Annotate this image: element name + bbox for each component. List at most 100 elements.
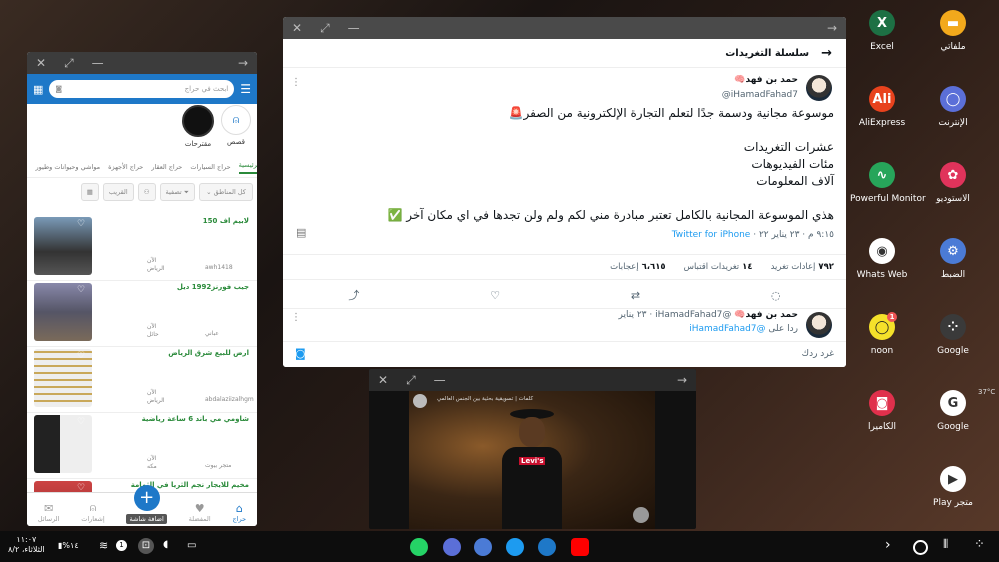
- desktop-app-2[interactable]: Ali AliExpress: [850, 86, 914, 128]
- likes-stat[interactable]: ٦،٦١٥إعجابات: [610, 262, 665, 272]
- desktop-app-9[interactable]: ⁘ Google: [921, 314, 985, 356]
- heart-icon[interactable]: ♡: [77, 417, 85, 427]
- tab-cars[interactable]: حراج السيارات: [190, 163, 230, 171]
- close-icon[interactable]: ✕: [36, 56, 46, 70]
- post-title[interactable]: لابيم اف 150: [203, 217, 249, 225]
- nav-notifications[interactable]: ⍝ إشعارات: [81, 501, 104, 523]
- haraj-icon[interactable]: [538, 538, 556, 556]
- story-stories[interactable]: ⍝ قصص: [219, 105, 253, 146]
- translate-icon[interactable]: ▤: [296, 226, 306, 239]
- camera-icon[interactable]: ◙: [55, 85, 62, 93]
- replying-to-handle[interactable]: @iHamadFahad7: [689, 324, 765, 334]
- youtube-icon[interactable]: [571, 538, 589, 556]
- tweet-line: عشرات التغريدات: [743, 140, 834, 154]
- tweet-source[interactable]: Twitter for iPhone: [672, 230, 751, 240]
- screenshot-icon[interactable]: ⊡: [138, 538, 154, 554]
- nav-messages[interactable]: ✉ الرسائل: [38, 502, 60, 523]
- whatsapp-icon[interactable]: [410, 538, 428, 556]
- menu-icon[interactable]: ☰: [240, 82, 251, 96]
- maximize-icon[interactable]: ⤢: [64, 56, 74, 71]
- app-drawer-icon[interactable]: ⁘: [974, 537, 985, 552]
- heart-icon[interactable]: ♡: [77, 285, 85, 295]
- tab-home[interactable]: الرئيسية: [238, 161, 257, 174]
- tweet-line: موسوعة مجانية ودسمة جدًا لتعلم التجارة ا…: [508, 106, 834, 120]
- desktop-app-10[interactable]: ◙ الكاميرا: [850, 390, 914, 432]
- nav-home[interactable]: ⌂ حراج: [233, 502, 247, 523]
- post-title[interactable]: جيب فورنز1992 ديل: [177, 283, 249, 291]
- list-item[interactable]: ♡ جيب فورنز1992 ديل عباني الآن حائل: [27, 280, 257, 347]
- desktop-app-7[interactable]: ⚙ الضبط: [921, 238, 985, 280]
- desktop-app-4[interactable]: ∿ Powerful Monitor: [850, 162, 926, 204]
- desktop-app-8[interactable]: ◯ 1 noon: [850, 312, 914, 356]
- desktop-app-5[interactable]: ✿ الاستوديو: [921, 162, 985, 204]
- reply-icon[interactable]: ◌: [771, 289, 781, 302]
- story-suggestions[interactable]: مقترحات: [181, 105, 215, 148]
- recents-icon[interactable]: ⦀: [943, 537, 948, 552]
- audio-icon[interactable]: ◖: [163, 539, 168, 550]
- chevron-right-icon[interactable]: ›: [885, 537, 891, 553]
- nav-favorites[interactable]: ♥ المفضلة: [189, 502, 211, 523]
- nearby-button[interactable]: القريب: [102, 183, 134, 201]
- desktop-app-0[interactable]: X Excel: [850, 10, 914, 52]
- like-icon[interactable]: ♡: [490, 289, 500, 302]
- search-input[interactable]: ◙ ابحث في حراج: [49, 80, 235, 98]
- list-item[interactable]: ♡ شاومي مي باند 6 ساعة رياضية متجر بيوت الآ…: [27, 412, 257, 479]
- photo-icon[interactable]: ◙: [295, 347, 306, 360]
- people-filter-button[interactable]: ⚇: [137, 183, 156, 201]
- reply-author-handle[interactable]: @iHamadFahad7 · ٢٣ يناير: [619, 310, 732, 320]
- list-item[interactable]: ♡ ارض للبيع شرق الرياض abdalaziizalhgm الآن…: [27, 346, 257, 413]
- tab-real-estate[interactable]: حراج العقار: [151, 163, 182, 171]
- desktop-app-12[interactable]: ▶ Play متجر: [921, 466, 985, 508]
- heart-icon[interactable]: ♡: [77, 351, 85, 361]
- retweets-stat[interactable]: ٧٩٢إعادات تغريد: [771, 262, 834, 272]
- arrow-right-icon[interactable]: →: [677, 373, 687, 387]
- reply-avatar[interactable]: [806, 312, 832, 338]
- nav-add[interactable]: + اضافة شاشة: [126, 485, 167, 524]
- maximize-icon[interactable]: ⤢: [406, 373, 416, 388]
- arrow-right-icon[interactable]: →: [827, 21, 837, 35]
- grid-icon[interactable]: ▦: [33, 83, 43, 96]
- compose-bar[interactable]: غرد ردك ◙: [283, 341, 846, 367]
- keyboard-icon[interactable]: ▭: [187, 540, 196, 551]
- video-frame[interactable]: كلمات | تسويقية بحثية بين الجنس العالمي …: [409, 391, 655, 529]
- notification-count[interactable]: 1: [116, 540, 127, 551]
- grid-view-button[interactable]: ▦: [80, 183, 99, 201]
- region-select[interactable]: كل المناطق ⌄: [199, 183, 253, 201]
- home-button-icon[interactable]: [913, 540, 928, 555]
- more-icon[interactable]: ⋮: [291, 77, 301, 88]
- post-title[interactable]: شاومي مي باند 6 ساعة رياضية: [142, 415, 249, 423]
- minimize-icon[interactable]: —: [348, 21, 360, 35]
- reply-author-name[interactable]: حمد بن فهد🧠: [734, 310, 798, 320]
- clock[interactable]: ١١:٠٧ الثلاثاء، ٨/٢: [8, 535, 45, 555]
- desktop-app-6[interactable]: ◉ Whats Web: [850, 238, 914, 280]
- minimize-icon[interactable]: —: [92, 56, 104, 70]
- author-handle[interactable]: @iHamadFahad7: [722, 90, 798, 100]
- minimize-icon[interactable]: —: [434, 373, 446, 387]
- post-title[interactable]: ارض للبيع شرق الرياض: [168, 349, 249, 357]
- wifi-icon[interactable]: ≋: [99, 539, 108, 552]
- author-name[interactable]: حمد بن فهد🧠: [734, 75, 798, 85]
- maximize-icon[interactable]: ⤢: [320, 21, 330, 36]
- share-icon[interactable]: ⤴: [348, 287, 359, 303]
- desktop-app-3[interactable]: ◯ الإنترنت: [921, 86, 985, 128]
- tab-livestock[interactable]: مواشي وحيوانات وطيور: [36, 163, 101, 171]
- tweet-line: مئات الفيديوهات: [751, 157, 834, 171]
- list-item[interactable]: ♡ لابيم اف 150 awh1418 الآن الرياض: [27, 214, 257, 281]
- arrow-right-icon[interactable]: →: [238, 56, 248, 70]
- settings-icon[interactable]: [474, 538, 492, 556]
- desktop-app-1[interactable]: ▬ ملفاتي: [921, 10, 985, 52]
- desktop-app-11[interactable]: G Google: [921, 390, 985, 432]
- retweet-icon[interactable]: ⇄: [631, 289, 640, 302]
- filter-button[interactable]: ⏷ تصفية: [159, 183, 195, 201]
- twitter-icon[interactable]: [506, 538, 524, 556]
- back-arrow-icon[interactable]: →: [821, 46, 832, 61]
- close-icon[interactable]: ✕: [292, 21, 302, 35]
- browser-icon[interactable]: [443, 538, 461, 556]
- more-icon[interactable]: ⋮: [291, 312, 301, 323]
- close-icon[interactable]: ✕: [378, 373, 388, 387]
- quotes-stat[interactable]: ١٤تغريدات اقتباس: [684, 262, 753, 272]
- tab-devices[interactable]: حراج الأجهزة: [108, 163, 143, 171]
- heart-icon[interactable]: ♡: [77, 219, 85, 229]
- author-avatar[interactable]: [806, 75, 832, 101]
- battery-status[interactable]: ▮%١٤: [58, 541, 79, 550]
